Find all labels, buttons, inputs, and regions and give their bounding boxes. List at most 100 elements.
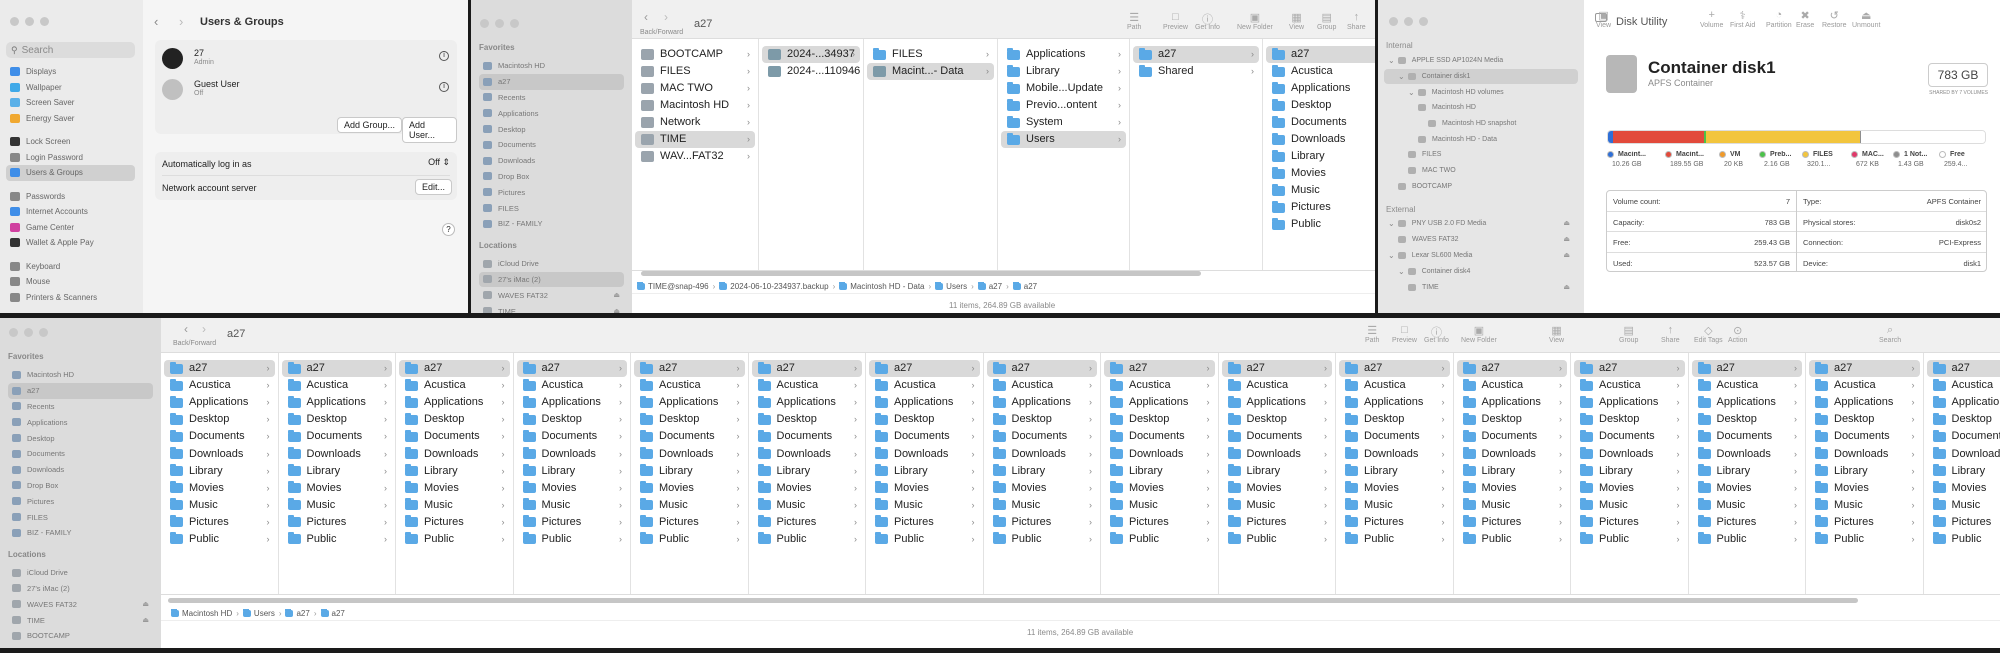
list-item[interactable]: TIME › — [635, 131, 755, 148]
sidebar-item-pictures[interactable]: Pictures — [479, 184, 624, 200]
zoom-button[interactable] — [510, 19, 519, 28]
list-item[interactable]: Documents › — [517, 428, 628, 445]
location-item-bootcamp[interactable]: BOOTCAMP — [8, 628, 153, 644]
list-item[interactable]: Music › — [399, 497, 510, 514]
list-item[interactable]: Downloads › — [1574, 445, 1685, 462]
path-segment[interactable]: Users — [935, 282, 967, 291]
eject-icon[interactable]: ⏏ — [1563, 219, 1570, 227]
list-item[interactable]: Public› — [1457, 531, 1568, 548]
sidebar-item-keyboard[interactable]: Keyboard — [6, 259, 135, 275]
list-item[interactable]: Music › — [752, 497, 863, 514]
list-item[interactable]: System › — [1001, 114, 1126, 131]
list-item[interactable]: a27 › — [1104, 360, 1215, 378]
list-item[interactable]: Documents › — [1339, 428, 1450, 445]
list-item[interactable]: Acustica › — [164, 377, 275, 394]
list-item[interactable]: Pictures › — [164, 514, 275, 531]
list-item[interactable]: Desktop › — [752, 411, 863, 428]
list-item[interactable]: Pictures › — [1809, 514, 1920, 531]
forward-chevron-icon[interactable]: › — [179, 14, 183, 29]
list-item[interactable]: Library › — [987, 463, 1098, 480]
list-item[interactable]: Movies › — [1809, 480, 1920, 497]
list-item[interactable]: Users › — [1001, 131, 1126, 148]
list-item[interactable]: Applications › — [1457, 394, 1568, 411]
sidebar-item-users-groups[interactable]: Users & Groups — [6, 165, 135, 181]
list-item[interactable]: Acustica › — [1339, 377, 1450, 394]
sidebar-item-lock-screen[interactable]: Lock Screen — [6, 134, 135, 150]
list-item[interactable]: Desktop › — [634, 411, 745, 428]
path-segment[interactable]: a27 — [285, 609, 310, 618]
toolbar-view-button[interactable]: ▣ View — [1596, 9, 1611, 29]
list-item[interactable]: Desktop › — [869, 411, 980, 428]
list-item[interactable]: 2024-...34937 › — [762, 46, 860, 63]
toolbar-partition-button[interactable]: ◔ Partition — [1766, 9, 1792, 29]
list-item[interactable]: Library › — [1001, 63, 1126, 80]
path-segment[interactable]: 2024-06-10-234937.backup — [719, 282, 829, 291]
list-item[interactable]: Documents › — [634, 428, 745, 445]
list-item[interactable]: Public› — [1927, 531, 2000, 548]
list-item[interactable]: Acustica › — [517, 377, 628, 394]
list-item[interactable]: a27 › — [751, 360, 862, 378]
list-item[interactable]: Public› — [164, 531, 275, 548]
minimize-button[interactable] — [1404, 17, 1413, 26]
list-item[interactable]: a27 › — [164, 360, 275, 378]
list-item[interactable]: Downloads › — [1339, 445, 1450, 462]
list-item[interactable]: Public› — [869, 531, 980, 548]
sidebar-item-a27[interactable]: a27 — [479, 73, 624, 90]
list-item[interactable]: Library — [1266, 148, 1375, 165]
list-item[interactable]: Movies › — [634, 480, 745, 497]
list-item[interactable]: BOOTCAMP › — [635, 46, 755, 63]
sidebar-item-documents[interactable]: Documents — [479, 137, 624, 153]
disk-tree-item-pny-usb-2-0-fd-media[interactable]: ⌄ PNY USB 2.0 FD Media ⏏ — [1384, 215, 1578, 231]
list-item[interactable]: Documents › — [1457, 428, 1568, 445]
sidebar-item-drop-box[interactable]: Drop Box — [8, 478, 153, 494]
sidebar-item-files[interactable]: FILES — [479, 200, 624, 216]
close-button[interactable] — [10, 17, 19, 26]
list-item[interactable]: a27 › — [1574, 360, 1685, 378]
autologin-select[interactable]: Off ⇕ — [428, 157, 450, 168]
disk-tree-item-waves-fat32[interactable]: WAVES FAT32 ⏏ — [1384, 231, 1578, 247]
toolbar-view-button[interactable]: ▦ View — [1289, 11, 1304, 31]
toolbar-get-info-button[interactable]: ⓘ Get Info — [1424, 324, 1449, 344]
toolbar-share-button[interactable]: ↑ Share — [1347, 11, 1366, 31]
list-item[interactable]: Music — [1266, 182, 1375, 199]
forward-chevron-icon[interactable]: › — [202, 322, 206, 336]
close-button[interactable] — [1389, 17, 1398, 26]
minimize-button[interactable] — [25, 17, 34, 26]
list-item[interactable]: Acustica › — [1104, 377, 1215, 394]
list-item[interactable]: Applications › — [1809, 394, 1920, 411]
sidebar-item-files[interactable]: FILES — [8, 509, 153, 525]
list-item[interactable]: Applications › — [517, 394, 628, 411]
zoom-button[interactable] — [1419, 17, 1428, 26]
list-item[interactable]: Movies › — [752, 480, 863, 497]
list-item[interactable]: a27 — [1266, 46, 1375, 63]
path-segment[interactable]: Macintosh HD — [171, 609, 232, 618]
list-item[interactable]: Desktop › — [1222, 411, 1333, 428]
disk-tree-item-macintosh-hd-snapshot[interactable]: Macintosh HD snapshot — [1384, 116, 1578, 132]
sidebar-item-wallet-apple-pay[interactable]: Wallet & Apple Pay — [6, 235, 135, 251]
horizontal-scrollbar[interactable] — [168, 598, 1858, 603]
list-item[interactable]: Movies › — [987, 480, 1098, 497]
list-item[interactable]: Movies › — [1104, 480, 1215, 497]
location-item-icloud-drive[interactable]: iCloud Drive — [479, 256, 624, 272]
list-item[interactable]: Music › — [987, 497, 1098, 514]
list-item[interactable]: Pictures — [1266, 199, 1375, 216]
list-item[interactable]: Music › — [634, 497, 745, 514]
list-item[interactable]: Library › — [1339, 463, 1450, 480]
list-item[interactable]: Pictures › — [634, 514, 745, 531]
list-item[interactable]: Music › — [1809, 497, 1920, 514]
eject-icon[interactable]: ⏏ — [142, 600, 149, 608]
sidebar-item-screen-saver[interactable]: Screen Saver — [6, 95, 135, 111]
disk-tree-item-container-disk4[interactable]: ⌄ Container disk4 — [1384, 263, 1578, 279]
toolbar-path-button[interactable]: ☰ Path — [1365, 324, 1379, 344]
sidebar-item-downloads[interactable]: Downloads — [8, 462, 153, 478]
list-item[interactable]: Public› — [987, 531, 1098, 548]
location-item-waves-fat32[interactable]: WAVES FAT32 ⏏ — [479, 287, 624, 303]
list-item[interactable]: Applications › — [1222, 394, 1333, 411]
list-item[interactable]: Pictures › — [1457, 514, 1568, 531]
list-item[interactable]: a27 › — [1339, 360, 1450, 378]
list-item[interactable]: Mobile...Update › — [1001, 80, 1126, 97]
list-item[interactable]: Movies › — [517, 480, 628, 497]
list-item[interactable]: FILES › — [635, 63, 755, 80]
list-item[interactable]: Music › — [164, 497, 275, 514]
list-item[interactable]: Library › — [869, 463, 980, 480]
